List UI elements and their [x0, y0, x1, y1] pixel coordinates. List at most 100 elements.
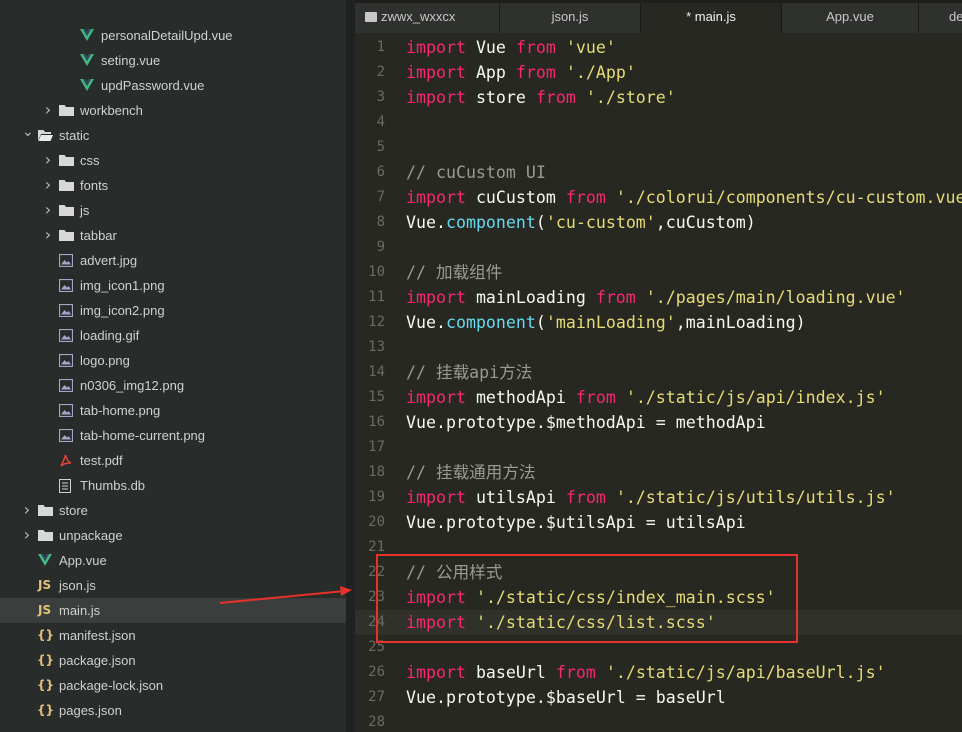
tree-item[interactable]: advert.jpg — [0, 248, 346, 273]
code-line[interactable]: 16 Vue.prototype.$methodApi = methodApi — [355, 410, 962, 435]
image-icon — [59, 423, 75, 448]
chevron-right-icon[interactable]: › — [43, 148, 53, 171]
code-line[interactable]: 2 import App from './App' — [355, 60, 962, 85]
tree-item[interactable]: tab-home-current.png — [0, 423, 346, 448]
tree-item-label: fonts — [80, 178, 109, 193]
code-line[interactable]: 15 import methodApi from './static/js/api… — [355, 385, 962, 410]
line-number: 4 — [376, 114, 385, 130]
code-line[interactable]: 1 import Vue from 'vue' — [355, 35, 962, 60]
code-token: import — [406, 188, 466, 207]
code-line[interactable]: 23 import './static/css/index_main.scss' — [355, 585, 962, 610]
tab-2[interactable]: json.js — [500, 3, 641, 33]
tree-item[interactable]: logo.png — [0, 348, 346, 373]
line-number: 23 — [368, 589, 385, 605]
code-line[interactable]: 18 // 挂载通用方法 — [355, 460, 962, 485]
tree-item[interactable]: updPassword.vue — [0, 73, 346, 98]
code-line[interactable]: 7 import cuCustom from './colorui/compone… — [355, 185, 962, 210]
code-line[interactable]: 17 — [355, 435, 962, 460]
code-line[interactable]: 6 // cuCustom UI — [355, 160, 962, 185]
panel-divider[interactable] — [346, 0, 355, 732]
tree-item[interactable]: loading.gif — [0, 323, 346, 348]
line-number: 5 — [376, 139, 385, 155]
tree-item[interactable]: Thumbs.db — [0, 473, 346, 498]
chevron-right-icon[interactable]: › — [43, 198, 53, 221]
chevron-right-icon[interactable]: › — [43, 223, 53, 246]
tree-item[interactable]: {} manifest.json — [0, 623, 346, 648]
tab-1[interactable]: zwwx_wxxcx — [355, 3, 500, 33]
line-number: 8 — [376, 214, 385, 230]
code-line[interactable]: 27 Vue.prototype.$baseUrl = baseUrl — [355, 685, 962, 710]
tree-item[interactable]: n0306_img12.png — [0, 373, 346, 398]
tree-item-label: Thumbs.db — [80, 478, 146, 493]
code-text: // 挂载通用方法 — [406, 460, 536, 485]
code-token: import — [406, 63, 466, 82]
code-text: import baseUrl from './static/js/api/bas… — [406, 660, 886, 685]
code-token: './static/js/api/baseUrl.js' — [605, 663, 886, 682]
code-text: import './static/css/list.scss' — [406, 610, 716, 635]
code-line[interactable]: 13 — [355, 335, 962, 360]
tree-item[interactable]: JS json.js — [0, 573, 346, 598]
code-text: Vue.prototype.$methodApi = methodApi — [406, 410, 766, 435]
tree-item[interactable]: ⌄ static — [0, 123, 346, 148]
tree-item[interactable]: img_icon1.png — [0, 273, 346, 298]
line-number: 12 — [368, 314, 385, 330]
js-icon: JS — [38, 603, 52, 617]
code-line[interactable]: 21 — [355, 535, 962, 560]
code-line[interactable]: 9 — [355, 235, 962, 260]
code-token: Vue.prototype.$utilsApi = utilsApi — [406, 513, 746, 532]
tree-item[interactable]: {} package-lock.json — [0, 673, 346, 698]
tree-item[interactable]: img_icon2.png — [0, 298, 346, 323]
code-line[interactable]: 25 — [355, 635, 962, 660]
code-line[interactable]: 10 // 加载组件 — [355, 260, 962, 285]
code-line[interactable]: 4 — [355, 110, 962, 135]
code-line[interactable]: 20 Vue.prototype.$utilsApi = utilsApi — [355, 510, 962, 535]
tree-item-label: workbench — [80, 103, 143, 118]
tree-item[interactable]: {} pages.json — [0, 698, 346, 723]
code-line[interactable]: 19 import utilsApi from './static/js/util… — [355, 485, 962, 510]
tree-item[interactable]: › tabbar — [0, 223, 346, 248]
chevron-down-icon[interactable]: ⌄ — [22, 123, 34, 142]
tree-item[interactable]: personalDetailUpd.vue — [0, 23, 346, 48]
code-line[interactable]: 11 import mainLoading from './pages/main/… — [355, 285, 962, 310]
tree-item[interactable]: App.vue — [0, 548, 346, 573]
tree-item[interactable]: › unpackage — [0, 523, 346, 548]
code-text: import './static/css/index_main.scss' — [406, 585, 776, 610]
chevron-right-icon[interactable]: › — [22, 498, 32, 521]
code-line[interactable]: 14 // 挂载api方法 — [355, 360, 962, 385]
line-number: 2 — [376, 64, 385, 80]
tree-item[interactable]: seting.vue — [0, 48, 346, 73]
code-line[interactable]: 28 — [355, 710, 962, 732]
chevron-right-icon[interactable]: › — [43, 98, 53, 121]
js-icon: JS — [38, 578, 52, 592]
code-line[interactable]: 3 import store from './store' — [355, 85, 962, 110]
chevron-right-icon[interactable]: › — [22, 523, 32, 546]
code-line[interactable]: 8 Vue.component('cu-custom',cuCustom) — [355, 210, 962, 235]
line-number: 27 — [368, 689, 385, 705]
tab-3[interactable]: * main.js — [641, 3, 782, 33]
code-token: import — [406, 488, 466, 507]
tree-item[interactable]: test.pdf — [0, 448, 346, 473]
tree-item[interactable]: {} package.json — [0, 648, 346, 673]
tab-4[interactable]: App.vue — [782, 3, 919, 33]
code-line[interactable]: 26 import baseUrl from './static/js/api/b… — [355, 660, 962, 685]
tree-item[interactable]: › workbench — [0, 98, 346, 123]
tree-item[interactable]: › fonts — [0, 173, 346, 198]
chevron-right-icon[interactable]: › — [43, 173, 53, 196]
code-line[interactable]: 5 — [355, 135, 962, 160]
tab-5[interactable]: de — [919, 3, 962, 33]
tree-item[interactable]: › css — [0, 148, 346, 173]
tree-item[interactable]: › store — [0, 498, 346, 523]
json-icon: {} — [37, 678, 55, 692]
tree-item[interactable]: JS main.js — [0, 598, 346, 623]
tree-item[interactable]: tab-home.png — [0, 398, 346, 423]
code-line[interactable]: 22 // 公用样式 — [355, 560, 962, 585]
code-editor[interactable]: 1 import Vue from 'vue' 2 import App from '… — [355, 33, 962, 732]
code-line[interactable]: 12 Vue.component('mainLoading',mainLoadin… — [355, 310, 962, 335]
line-number: 3 — [376, 89, 385, 105]
tree-item[interactable]: › js — [0, 198, 346, 223]
code-line[interactable]: 24 import './static/css/list.scss' — [355, 610, 962, 635]
